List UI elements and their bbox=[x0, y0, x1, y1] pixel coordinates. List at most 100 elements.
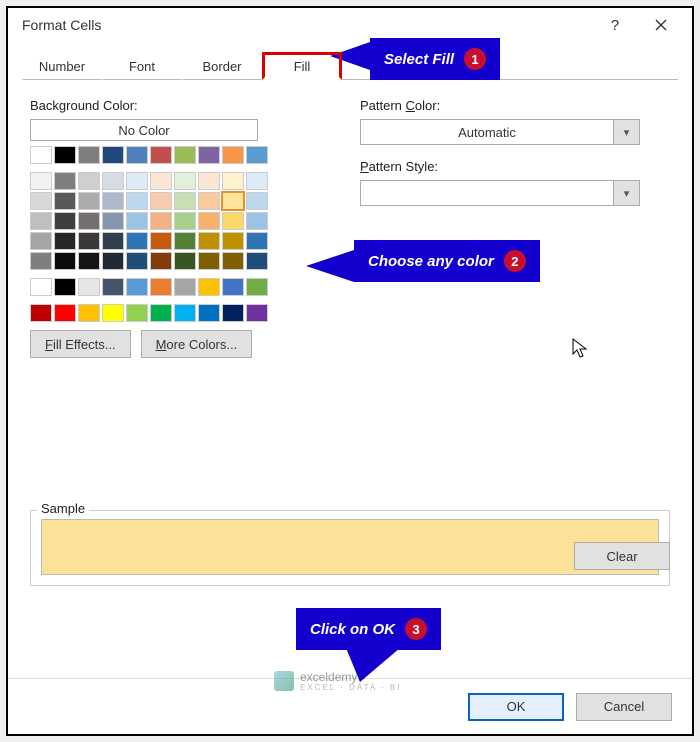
color-swatch[interactable] bbox=[54, 192, 76, 210]
color-swatch[interactable] bbox=[246, 232, 268, 250]
color-swatch[interactable] bbox=[198, 232, 220, 250]
tab-fill[interactable]: Fill bbox=[262, 52, 342, 80]
color-swatch[interactable] bbox=[102, 252, 124, 270]
color-swatch[interactable] bbox=[54, 212, 76, 230]
color-swatch[interactable] bbox=[30, 252, 52, 270]
step-badge-1: 1 bbox=[464, 48, 486, 70]
color-swatch[interactable] bbox=[150, 252, 172, 270]
color-swatch[interactable] bbox=[54, 232, 76, 250]
color-swatch[interactable] bbox=[150, 304, 172, 322]
tab-font[interactable]: Font bbox=[102, 52, 182, 80]
color-swatch[interactable] bbox=[54, 146, 76, 164]
color-swatch[interactable] bbox=[102, 232, 124, 250]
pattern-color-label: Pattern Color: bbox=[360, 98, 640, 113]
color-swatch[interactable] bbox=[150, 172, 172, 190]
color-swatch[interactable] bbox=[246, 212, 268, 230]
color-swatch[interactable] bbox=[246, 252, 268, 270]
color-swatch[interactable] bbox=[198, 252, 220, 270]
color-swatch[interactable] bbox=[222, 172, 244, 190]
color-swatch[interactable] bbox=[222, 192, 244, 210]
more-colors-button[interactable]: More Colors... bbox=[141, 330, 253, 358]
color-swatch[interactable] bbox=[30, 304, 52, 322]
color-swatch[interactable] bbox=[174, 252, 196, 270]
color-swatch[interactable] bbox=[222, 232, 244, 250]
color-swatch[interactable] bbox=[78, 192, 100, 210]
color-swatch[interactable] bbox=[78, 278, 100, 296]
color-swatch[interactable] bbox=[198, 278, 220, 296]
color-swatch[interactable] bbox=[78, 304, 100, 322]
color-swatch[interactable] bbox=[54, 172, 76, 190]
color-swatch[interactable] bbox=[246, 192, 268, 210]
color-swatch[interactable] bbox=[174, 232, 196, 250]
clear-button[interactable]: Clear bbox=[574, 542, 670, 570]
color-swatch[interactable] bbox=[174, 192, 196, 210]
color-swatch[interactable] bbox=[126, 192, 148, 210]
step-badge-2: 2 bbox=[504, 250, 526, 272]
color-swatch[interactable] bbox=[246, 146, 268, 164]
color-swatch[interactable] bbox=[150, 232, 172, 250]
color-swatch[interactable] bbox=[30, 278, 52, 296]
color-swatch[interactable] bbox=[102, 146, 124, 164]
color-swatch[interactable] bbox=[78, 232, 100, 250]
color-swatch[interactable] bbox=[30, 232, 52, 250]
color-swatch[interactable] bbox=[222, 212, 244, 230]
tab-border[interactable]: Border bbox=[182, 52, 262, 80]
color-swatch[interactable] bbox=[222, 278, 244, 296]
color-swatch[interactable] bbox=[246, 172, 268, 190]
color-swatch[interactable] bbox=[198, 304, 220, 322]
color-swatch[interactable] bbox=[102, 172, 124, 190]
color-swatch[interactable] bbox=[126, 304, 148, 322]
color-swatch[interactable] bbox=[174, 212, 196, 230]
help-button[interactable]: ? bbox=[592, 9, 638, 41]
color-swatch[interactable] bbox=[30, 146, 52, 164]
color-swatch[interactable] bbox=[126, 146, 148, 164]
chevron-down-icon: ▾ bbox=[613, 181, 639, 205]
color-swatch[interactable] bbox=[126, 232, 148, 250]
color-swatch[interactable] bbox=[102, 192, 124, 210]
color-swatch[interactable] bbox=[78, 212, 100, 230]
color-swatch[interactable] bbox=[30, 172, 52, 190]
cancel-button[interactable]: Cancel bbox=[576, 693, 672, 721]
color-swatch[interactable] bbox=[150, 278, 172, 296]
color-swatch[interactable] bbox=[174, 278, 196, 296]
color-swatch[interactable] bbox=[150, 212, 172, 230]
color-swatch[interactable] bbox=[30, 212, 52, 230]
color-swatch[interactable] bbox=[246, 278, 268, 296]
close-button[interactable] bbox=[638, 9, 684, 41]
color-swatch[interactable] bbox=[246, 304, 268, 322]
color-swatch[interactable] bbox=[54, 304, 76, 322]
color-swatch[interactable] bbox=[126, 278, 148, 296]
pattern-style-dropdown[interactable]: ▾ bbox=[360, 180, 640, 206]
pattern-color-dropdown[interactable]: Automatic ▾ bbox=[360, 119, 640, 145]
color-swatch[interactable] bbox=[174, 146, 196, 164]
color-swatch[interactable] bbox=[102, 304, 124, 322]
color-swatch[interactable] bbox=[78, 172, 100, 190]
color-swatch[interactable] bbox=[102, 212, 124, 230]
color-swatch[interactable] bbox=[126, 172, 148, 190]
color-swatch[interactable] bbox=[54, 278, 76, 296]
annotation-select-fill: Select Fill1 bbox=[370, 38, 500, 80]
annotation-choose-color: Choose any color2 bbox=[354, 240, 540, 282]
color-swatch[interactable] bbox=[198, 192, 220, 210]
color-swatch[interactable] bbox=[174, 304, 196, 322]
color-swatch[interactable] bbox=[150, 146, 172, 164]
color-swatch[interactable] bbox=[126, 252, 148, 270]
color-swatch[interactable] bbox=[126, 212, 148, 230]
ok-button[interactable]: OK bbox=[468, 693, 564, 721]
color-swatch[interactable] bbox=[198, 212, 220, 230]
no-color-button[interactable]: No Color bbox=[30, 119, 258, 141]
color-swatch[interactable] bbox=[30, 192, 52, 210]
color-swatch[interactable] bbox=[222, 252, 244, 270]
color-swatch[interactable] bbox=[222, 304, 244, 322]
fill-effects-button[interactable]: Fill Effects... bbox=[30, 330, 131, 358]
tab-number[interactable]: Number bbox=[22, 52, 102, 80]
color-swatch[interactable] bbox=[174, 172, 196, 190]
color-swatch[interactable] bbox=[222, 146, 244, 164]
color-swatch[interactable] bbox=[102, 278, 124, 296]
color-swatch[interactable] bbox=[198, 172, 220, 190]
color-swatch[interactable] bbox=[198, 146, 220, 164]
color-swatch[interactable] bbox=[78, 146, 100, 164]
color-swatch[interactable] bbox=[150, 192, 172, 210]
color-swatch[interactable] bbox=[78, 252, 100, 270]
color-swatch[interactable] bbox=[54, 252, 76, 270]
